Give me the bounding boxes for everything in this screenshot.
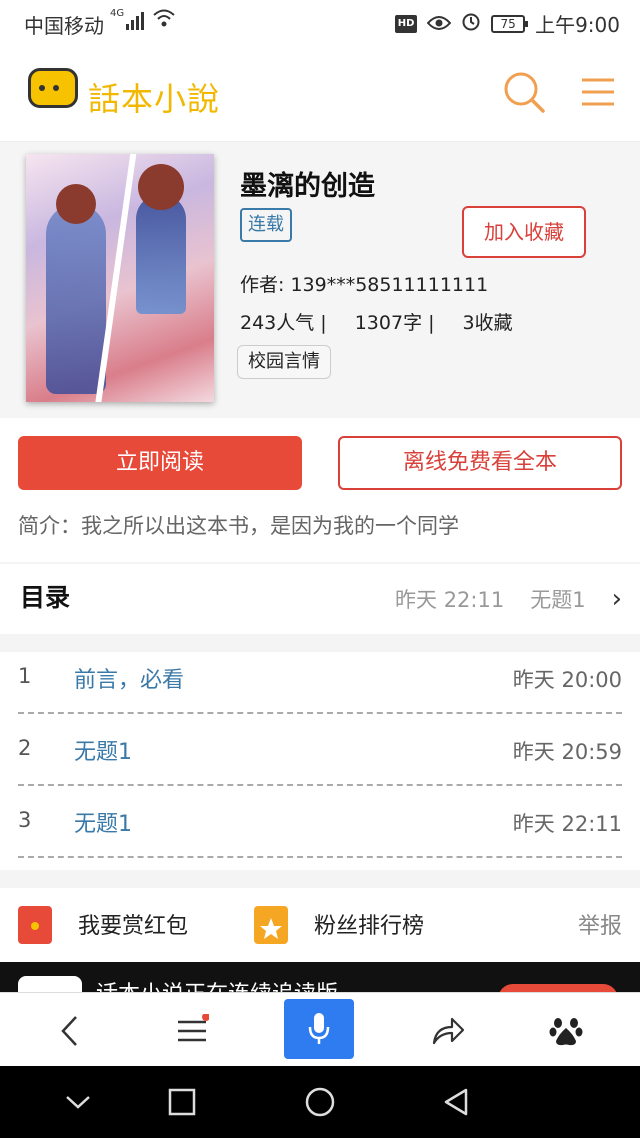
chapter-row[interactable]: 3 无题1 昨天 22:11 xyxy=(18,786,622,858)
share-icon[interactable] xyxy=(418,1001,478,1061)
toc-latest-time: 昨天 22:11 xyxy=(395,588,505,612)
signal-icon xyxy=(126,12,144,30)
app-banner[interactable]: 话本小说正在连续追读版 xyxy=(0,962,640,992)
chevron-right-icon: › xyxy=(611,584,622,614)
red-packet-icon[interactable] xyxy=(18,906,52,944)
hide-nav-icon[interactable] xyxy=(58,1082,98,1122)
chapter-time: 昨天 20:00 xyxy=(512,668,622,692)
app-header: 話本小說 xyxy=(0,44,640,142)
microphone-icon xyxy=(308,1013,330,1044)
toc-latest-link[interactable]: 昨天 22:11 无题1 › xyxy=(395,584,622,614)
system-nav-bar xyxy=(0,1066,640,1138)
chapter-title[interactable]: 无题1 xyxy=(74,734,132,766)
eye-icon xyxy=(426,12,452,36)
chapter-row[interactable]: 1 前言，必看 昨天 20:00 xyxy=(18,642,622,714)
book-intro[interactable]: 简介：我之所以出这本书，是因为我的一个同学 xyxy=(18,510,459,540)
app-icon xyxy=(18,976,82,992)
alarm-icon xyxy=(461,11,481,36)
reward-link[interactable]: 我要赏红包 xyxy=(78,908,188,940)
section-separator xyxy=(0,870,640,888)
word-count: 1307字 | xyxy=(354,312,435,334)
book-title: 墨漓的创造 xyxy=(240,171,375,202)
battery-icon: 75 xyxy=(491,14,529,33)
toc-title: 目录 xyxy=(20,583,71,612)
voice-search-button[interactable] xyxy=(284,999,354,1059)
menu-icon[interactable] xyxy=(578,70,622,114)
back-icon[interactable] xyxy=(40,1001,100,1061)
logo-icon[interactable] xyxy=(28,68,78,108)
divider xyxy=(0,562,640,564)
chapter-time: 昨天 20:59 xyxy=(512,740,622,764)
clock: 上午9:00 xyxy=(535,13,620,37)
search-icon[interactable] xyxy=(502,70,546,114)
status-bar: 中国移动 4G HD 75 上午9:00 xyxy=(0,0,640,44)
add-to-favorites-button[interactable]: 加入收藏 xyxy=(462,206,586,258)
banner-button[interactable] xyxy=(498,984,618,992)
report-link[interactable]: 举报 xyxy=(578,908,622,940)
chapter-number: 1 xyxy=(18,664,32,688)
status-badge: 连载 xyxy=(240,208,292,242)
chapter-time: 昨天 22:11 xyxy=(512,812,622,836)
offline-read-button[interactable]: 离线免费看全本 xyxy=(338,436,622,490)
chapter-number: 3 xyxy=(18,808,32,832)
book-info: 墨漓的创造 连载 加入收藏 作者: 139***58511111111 243人… xyxy=(0,142,640,418)
genre-tag[interactable]: 校园言情 xyxy=(237,345,331,379)
favorites-count: 3收藏 xyxy=(462,312,513,334)
popularity-count: 243人气 | xyxy=(240,312,327,334)
chapter-title[interactable]: 前言，必看 xyxy=(74,662,184,694)
logo-text[interactable]: 話本小說 xyxy=(88,74,220,120)
carrier-name: 中国移动 xyxy=(24,14,104,38)
back-nav-icon[interactable] xyxy=(436,1082,476,1122)
banner-text: 话本小说正在连续追读版 xyxy=(96,976,338,992)
book-author[interactable]: 作者: 139***58511111111 xyxy=(240,270,488,297)
hd-icon: HD xyxy=(395,14,418,33)
book-stats: 243人气 | 1307字 | 3收藏 xyxy=(240,308,541,335)
chapter-number: 2 xyxy=(18,736,32,760)
read-now-button[interactable]: 立即阅读 xyxy=(18,436,302,490)
fan-ranking-link[interactable]: 粉丝排行榜 xyxy=(314,908,424,940)
ranking-icon[interactable] xyxy=(254,906,288,944)
book-cover[interactable] xyxy=(26,154,214,402)
network-type: 4G xyxy=(110,8,125,19)
browser-toolbar xyxy=(0,992,640,1066)
baidu-icon[interactable] xyxy=(536,1001,596,1061)
recent-apps-icon[interactable] xyxy=(162,1082,202,1122)
wifi-icon xyxy=(152,8,176,33)
chapter-title[interactable]: 无题1 xyxy=(74,806,132,838)
menu-icon[interactable] xyxy=(162,1001,222,1061)
home-icon[interactable] xyxy=(300,1082,340,1122)
chapter-row[interactable]: 2 无题1 昨天 20:59 xyxy=(18,714,622,786)
toc-latest-chapter: 无题1 xyxy=(530,588,586,612)
